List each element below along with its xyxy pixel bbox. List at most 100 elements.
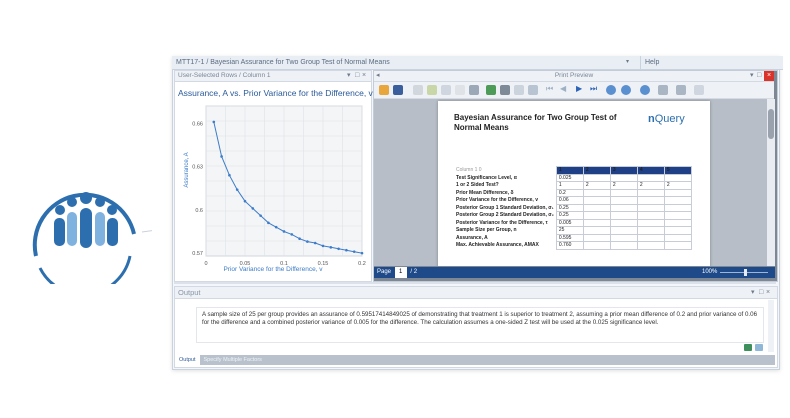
document-tab[interactable]: MTT17-1 / Bayesian Assurance for Two Gro…	[172, 56, 642, 70]
page-icon[interactable]	[441, 85, 451, 95]
table-cell[interactable]	[663, 241, 692, 250]
table-cell[interactable]: 0.2	[555, 188, 584, 197]
column-header[interactable]: 1	[555, 166, 584, 175]
table-cell[interactable]	[663, 218, 692, 227]
zoom-icon[interactable]	[606, 85, 616, 95]
table-cell[interactable]: 2	[636, 181, 665, 190]
maximize-icon[interactable]: □	[355, 71, 359, 81]
parameters-icon[interactable]	[469, 85, 479, 95]
table-cell[interactable]	[609, 188, 638, 197]
watermark-icon[interactable]	[694, 85, 704, 95]
table-cell[interactable]	[663, 226, 692, 235]
table-cell[interactable]	[663, 196, 692, 205]
print-setup-icon[interactable]	[486, 85, 496, 95]
document-icon[interactable]	[413, 85, 423, 95]
tab-dropdown-icon[interactable]: ▾	[626, 58, 629, 65]
table-cell[interactable]	[609, 233, 638, 242]
export-format-icon[interactable]	[658, 85, 668, 95]
column-header[interactable]: 4	[636, 166, 665, 175]
copy-output-icon[interactable]	[755, 344, 763, 351]
table-cell[interactable]	[582, 173, 611, 182]
zoom-out-icon[interactable]	[621, 85, 631, 95]
help-tab[interactable]: Help	[640, 56, 783, 70]
table-cell[interactable]	[609, 196, 638, 205]
table-cell[interactable]	[582, 233, 611, 242]
table-cell[interactable]	[636, 203, 665, 212]
table-cell[interactable]	[663, 233, 692, 242]
table-cell[interactable]	[663, 173, 692, 182]
table-cell[interactable]	[609, 226, 638, 235]
table-cell[interactable]: 2	[609, 181, 638, 190]
table-cell[interactable]: 25	[555, 226, 584, 235]
table-cell[interactable]	[636, 241, 665, 250]
assurance-chart: 0 0.05 0.1 0.15 0.20.570.60.630.66 Assurance…	[184, 105, 366, 273]
table-cell[interactable]	[636, 226, 665, 235]
table-cell[interactable]	[582, 188, 611, 197]
save-icon[interactable]	[393, 85, 403, 95]
table-cell[interactable]	[636, 196, 665, 205]
close-icon[interactable]: ×	[766, 287, 770, 298]
table-cell[interactable]	[636, 173, 665, 182]
table-cell[interactable]	[636, 211, 665, 220]
table-cell[interactable]	[582, 226, 611, 235]
first-page-icon[interactable]: ⏮	[546, 84, 553, 94]
table-cell[interactable]	[663, 188, 692, 197]
prev-page-icon[interactable]: ◀	[560, 84, 566, 93]
tab-output[interactable]: Output	[175, 355, 200, 365]
table-cell[interactable]: 2	[582, 181, 611, 190]
email-icon[interactable]	[676, 85, 686, 95]
table-cell[interactable]	[582, 196, 611, 205]
tab-specify-multiple-factors[interactable]: Specify Multiple Factors	[200, 355, 266, 365]
table-cell[interactable]: 0.005	[555, 218, 584, 227]
table-cell[interactable]: 0.760	[555, 241, 584, 250]
pin-icon[interactable]: ▾	[750, 71, 754, 81]
close-icon[interactable]: ×	[764, 71, 774, 81]
table-cell[interactable]: 2	[663, 181, 692, 190]
table-cell[interactable]	[609, 218, 638, 227]
vertical-scrollbar[interactable]	[767, 99, 775, 266]
table-cell[interactable]	[636, 233, 665, 242]
table-cell[interactable]	[582, 211, 611, 220]
scroll-thumb[interactable]	[768, 109, 774, 139]
splitter[interactable]	[174, 282, 776, 284]
table-cell[interactable]: 1	[555, 181, 584, 190]
last-page-icon[interactable]: ⏭	[590, 84, 597, 94]
close-icon[interactable]: ×	[362, 71, 366, 81]
column-header[interactable]: 3	[609, 166, 638, 175]
pin-icon[interactable]: ▾	[347, 71, 351, 81]
table-cell[interactable]	[609, 203, 638, 212]
column-header[interactable]: 5	[663, 166, 692, 175]
table-cell[interactable]: 0.06	[555, 196, 584, 205]
table-cell[interactable]	[636, 218, 665, 227]
pin-icon[interactable]: ▾	[751, 287, 755, 298]
table-cell[interactable]	[663, 203, 692, 212]
table-cell[interactable]	[636, 188, 665, 197]
table-cell[interactable]	[609, 241, 638, 250]
table-cell[interactable]	[582, 241, 611, 250]
page-input[interactable]: 1	[394, 267, 407, 278]
table-cell[interactable]	[663, 211, 692, 220]
export-icon[interactable]	[427, 85, 437, 95]
page-setup-icon[interactable]	[514, 85, 524, 95]
next-page-icon[interactable]: ▶	[576, 84, 582, 93]
maximize-icon[interactable]: □	[759, 287, 763, 298]
table-cell[interactable]: 0.25	[555, 203, 584, 212]
table-cell[interactable]	[582, 203, 611, 212]
scale-icon[interactable]	[528, 85, 538, 95]
column-header[interactable]: 2	[582, 166, 611, 175]
table-cell[interactable]	[609, 211, 638, 220]
table-cell[interactable]: 0.595	[555, 233, 584, 242]
print-output-icon[interactable]	[744, 344, 752, 351]
table-cell[interactable]: 0.025	[555, 173, 584, 182]
open-icon[interactable]	[379, 85, 389, 95]
table-cell[interactable]: 0.25	[555, 211, 584, 220]
zoom-slider-thumb[interactable]	[744, 269, 747, 276]
table-cell[interactable]	[609, 173, 638, 182]
print-icon[interactable]	[500, 85, 510, 95]
output-scrollbar[interactable]	[768, 300, 774, 352]
collapse-left-icon[interactable]: ◂	[376, 71, 380, 81]
maximize-icon[interactable]: □	[757, 71, 761, 81]
find-icon[interactable]	[455, 85, 465, 95]
table-cell[interactable]	[582, 218, 611, 227]
zoom-in-icon[interactable]	[640, 85, 650, 95]
